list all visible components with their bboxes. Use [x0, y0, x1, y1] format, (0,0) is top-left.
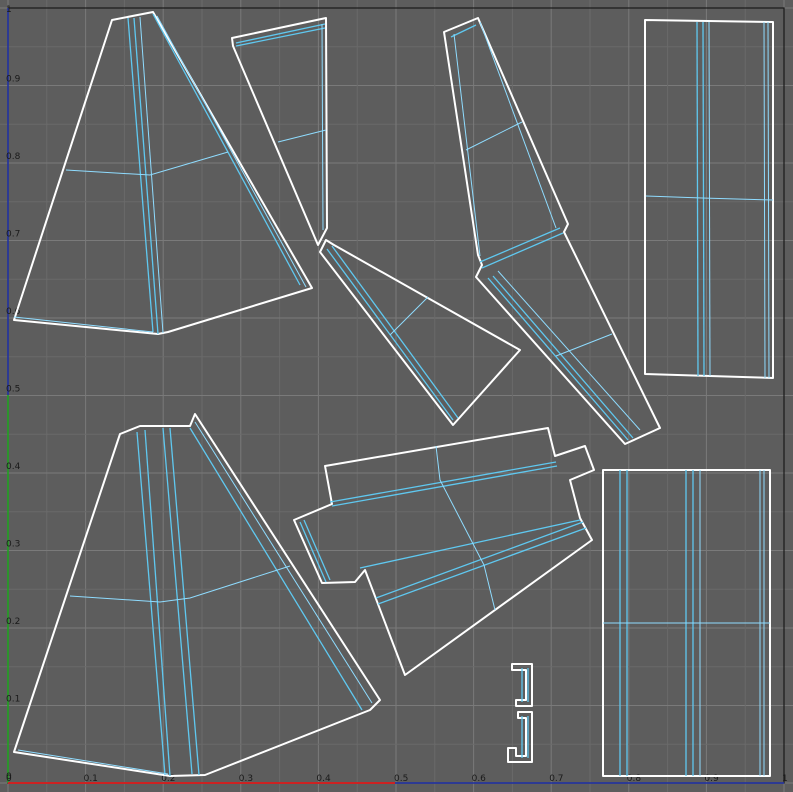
v-tick-label: 0.1 — [6, 695, 20, 705]
v-tick-label: 0.9 — [6, 75, 21, 85]
u-tick-label: 1 — [782, 774, 788, 784]
v-tick-label: 0.4 — [6, 462, 21, 472]
u-tick-label: 0.3 — [239, 774, 253, 784]
u-tick-label: 0.4 — [316, 774, 331, 784]
u-tick-label: 0.6 — [472, 774, 487, 784]
u-tick-label: 0.7 — [549, 774, 563, 784]
v-tick-label: 0.5 — [6, 385, 20, 395]
uv-viewport[interactable]: 0 0.1 0.2 0.3 0.4 0.5 0.6 0.7 0.8 0.9 1 00.10.20.3… — [0, 0, 793, 792]
u-tick-label: 0.1 — [84, 774, 98, 784]
v-tick-label: 0.7 — [6, 230, 20, 240]
v-tick-label: 0.8 — [6, 152, 21, 162]
v-tick-label: 0 — [6, 772, 12, 782]
u-tick-label: 0.5 — [394, 774, 408, 784]
v-tick-label: 1 — [6, 5, 12, 15]
v-tick-label: 0.2 — [6, 617, 20, 627]
v-tick-label: 0.3 — [6, 540, 20, 550]
